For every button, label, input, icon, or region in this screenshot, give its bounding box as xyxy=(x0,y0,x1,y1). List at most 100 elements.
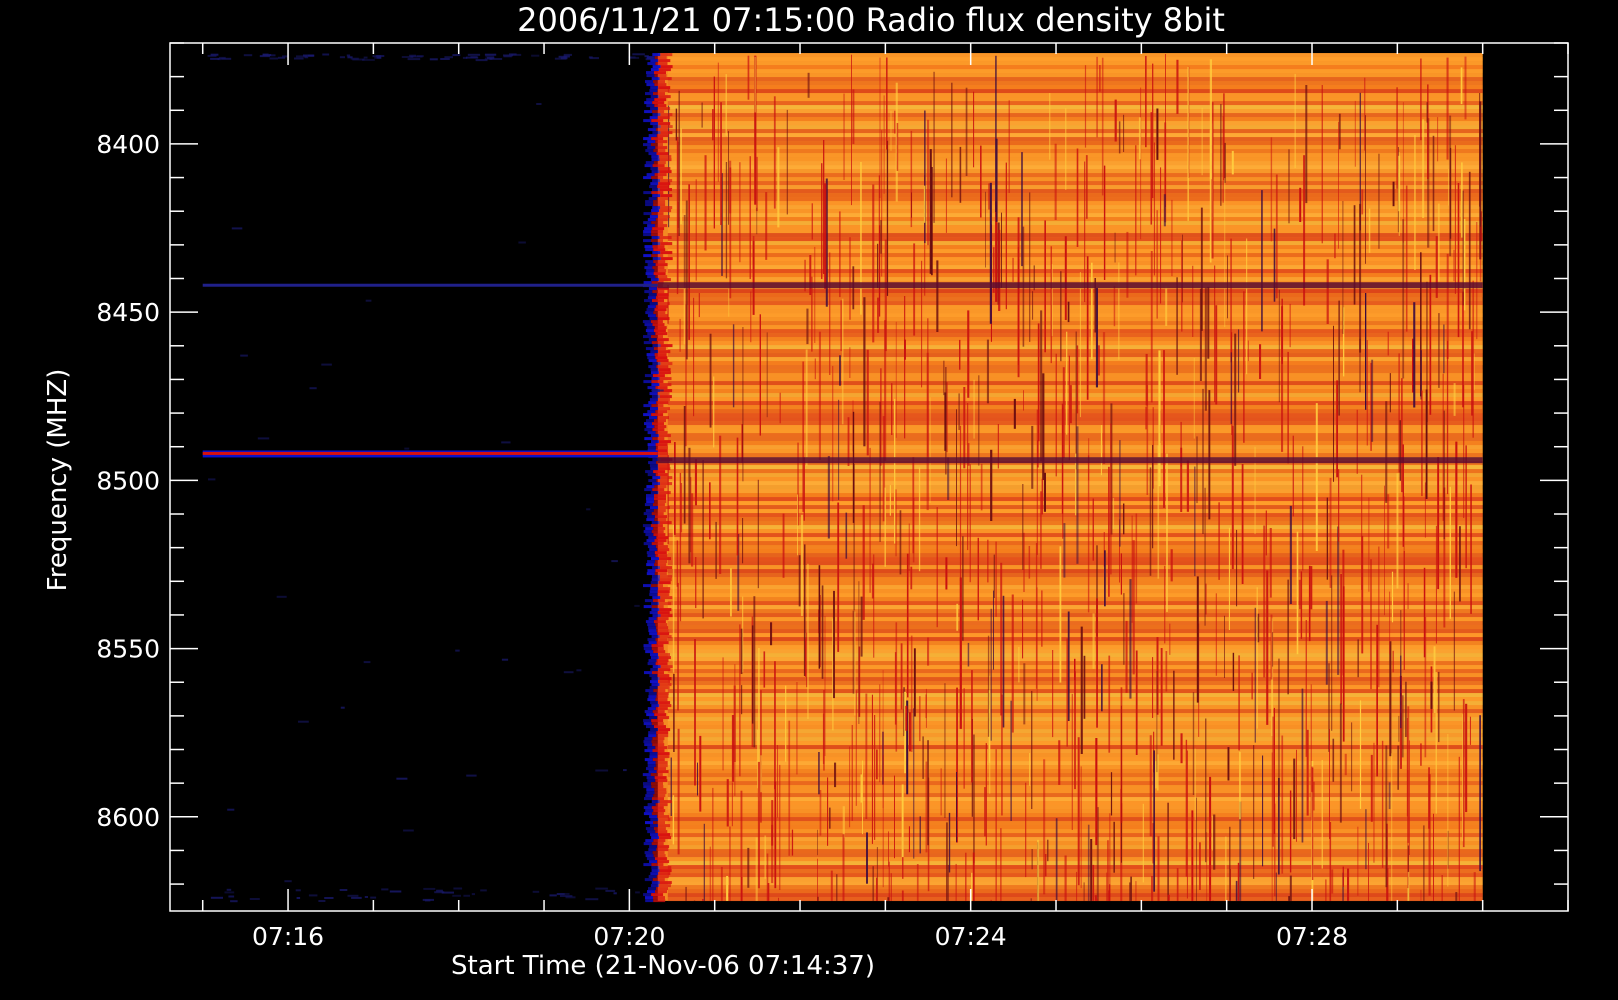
onset-edge-low xyxy=(645,899,654,903)
heatmap-streak xyxy=(1239,751,1241,820)
onset-edge-low xyxy=(645,533,654,537)
heatmap-streak xyxy=(1052,650,1054,738)
pre-burst-speckle xyxy=(210,53,219,56)
heatmap-streak xyxy=(899,510,902,575)
onset-edge-low xyxy=(643,806,652,810)
heatmap-streak xyxy=(1083,882,1085,901)
heatmap-streak xyxy=(1338,469,1340,542)
heatmap-streak xyxy=(1273,707,1275,834)
onset-edge-mid xyxy=(656,365,669,369)
heatmap-streak xyxy=(990,899,992,901)
onset-edge-mid xyxy=(655,446,668,450)
onset-edge-mid xyxy=(657,215,670,219)
pre-burst-speckle xyxy=(381,888,389,891)
heatmap-streak xyxy=(959,577,962,729)
onset-edge-low xyxy=(643,812,652,816)
heatmap-streak xyxy=(860,596,863,657)
onset-edge-mid xyxy=(660,257,673,261)
heatmap-streak xyxy=(1215,305,1218,405)
heatmap-streak xyxy=(1391,571,1394,623)
heatmap-streak xyxy=(1230,352,1232,424)
heatmap-streak xyxy=(1110,423,1112,575)
heatmap-streak xyxy=(849,746,851,828)
onset-edge-low xyxy=(647,890,655,894)
heatmap-streak xyxy=(1388,782,1391,810)
onset-edge-mid xyxy=(650,524,663,528)
heatmap-band xyxy=(667,433,1483,438)
heatmap-band xyxy=(667,573,1483,578)
heatmap-streak xyxy=(852,89,855,144)
heatmap-streak xyxy=(1102,332,1106,464)
onset-edge-low xyxy=(650,107,659,111)
pre-burst-speckle xyxy=(576,669,582,672)
heatmap-streak xyxy=(1002,595,1005,728)
heatmap-streak xyxy=(1321,760,1323,869)
onset-edge-mid xyxy=(654,83,667,87)
heatmap-streak xyxy=(1118,262,1120,360)
heatmap-streak xyxy=(876,877,878,901)
onset-edge-mid xyxy=(656,629,669,633)
pre-burst-line-core xyxy=(202,451,658,455)
onset-edge-mid xyxy=(652,710,665,714)
onset-edge-mid xyxy=(660,566,673,570)
heatmap-streak xyxy=(1321,85,1323,244)
heatmap-streak xyxy=(955,863,957,901)
pre-burst-speckle xyxy=(303,54,315,57)
onset-edge-mid xyxy=(658,59,671,63)
onset-edge-low xyxy=(648,848,657,852)
heatmap-streak xyxy=(766,332,768,418)
onset-edge-mid xyxy=(652,737,665,741)
onset-edge-mid xyxy=(654,425,667,429)
onset-edge-mid xyxy=(651,143,663,147)
heatmap-streak xyxy=(1356,409,1358,474)
heatmap-streak xyxy=(1261,190,1263,332)
onset-edge-mid xyxy=(653,839,666,843)
heatmap-streak xyxy=(1428,767,1430,829)
heatmap-streak xyxy=(1074,671,1076,790)
heatmap-streak xyxy=(1037,323,1040,442)
onset-edge-low xyxy=(649,392,658,396)
x-tick-label: 07:16 xyxy=(252,922,324,951)
pre-burst-speckle xyxy=(635,891,640,894)
pre-burst-speckle xyxy=(318,900,326,902)
heatmap-streak xyxy=(906,553,909,698)
onset-edge-low xyxy=(650,467,659,471)
heatmap-streak xyxy=(1275,872,1277,901)
heatmap-streak xyxy=(1347,868,1350,901)
heatmap-streak xyxy=(1465,703,1468,813)
onset-edge-mid xyxy=(656,875,669,879)
heatmap-streak xyxy=(967,403,969,551)
heatmap-streak xyxy=(1110,772,1113,816)
heatmap-streak xyxy=(751,625,754,724)
heatmap-streak xyxy=(1022,484,1024,570)
pre-burst-speckle xyxy=(226,888,232,891)
onset-edge-low xyxy=(643,863,652,867)
heatmap-streak xyxy=(741,877,743,901)
heatmap-streak xyxy=(1167,894,1170,901)
pre-burst-speckle xyxy=(364,896,368,898)
pre-burst-speckle xyxy=(262,53,269,56)
onset-edge-mid xyxy=(659,557,671,561)
heatmap-streak xyxy=(806,308,809,345)
pre-burst-speckle xyxy=(228,895,235,898)
heatmap-streak xyxy=(1234,333,1237,466)
heatmap-streak xyxy=(1256,587,1258,729)
heatmap-streak xyxy=(884,320,887,461)
heatmap-streak xyxy=(779,392,781,424)
heatmap-streak xyxy=(1123,503,1125,535)
heatmap-streak xyxy=(752,240,755,315)
heatmap-streak xyxy=(1150,251,1153,403)
onset-edge-mid xyxy=(651,404,664,408)
heatmap-streak xyxy=(1468,171,1471,330)
heatmap-streak xyxy=(1031,690,1033,809)
pre-burst-speckle xyxy=(586,508,591,511)
onset-edge-mid xyxy=(651,722,664,726)
heatmap-streak xyxy=(725,162,728,279)
onset-edge-mid xyxy=(658,884,671,888)
pre-burst-speckle xyxy=(595,769,609,772)
onset-edge-low xyxy=(647,560,656,564)
heatmap-streak xyxy=(1220,104,1222,206)
heatmap-band xyxy=(667,649,1483,654)
heatmap-streak xyxy=(770,622,773,646)
onset-edge-low xyxy=(650,824,659,828)
